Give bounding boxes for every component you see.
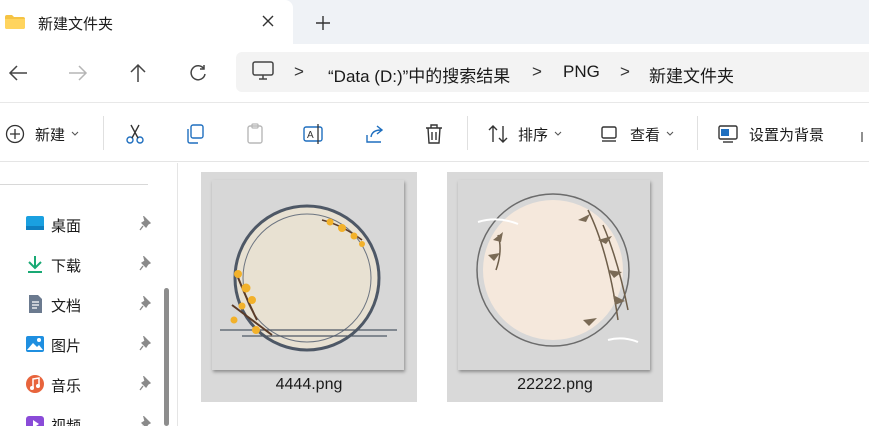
share-button[interactable]	[364, 121, 386, 147]
breadcrumb-png[interactable]: PNG	[563, 62, 600, 82]
chevron-down-icon	[554, 131, 562, 136]
folder-icon	[5, 15, 25, 29]
music-icon	[26, 375, 44, 393]
copy-button[interactable]	[184, 121, 206, 147]
rename-button[interactable]: A	[303, 121, 325, 147]
file-item-4444[interactable]: 4444.png	[201, 172, 417, 402]
chevron-down-icon	[71, 131, 79, 136]
clipboard-icon	[247, 123, 263, 144]
sort-button-label: 排序	[518, 126, 549, 144]
paste-button[interactable]	[244, 121, 266, 147]
sidebar-item-label: 音乐	[51, 378, 82, 395]
new-tab-icon[interactable]	[311, 11, 335, 35]
view-layout-icon	[601, 126, 617, 142]
breadcrumb-current-folder[interactable]: 新建文件夹	[649, 62, 734, 87]
sidebar-item-videos[interactable]: 视频	[20, 409, 165, 426]
rename-icon: A	[303, 124, 323, 144]
sidebar-item-label: 图片	[51, 338, 82, 355]
set-as-background-label: 设置为背景	[749, 126, 825, 144]
pictures-icon	[26, 336, 44, 352]
video-icon	[26, 416, 44, 426]
pin-icon[interactable]	[139, 256, 153, 272]
file-thumbnail	[458, 180, 650, 370]
computer-icon	[252, 61, 274, 80]
copy-icon	[187, 124, 204, 144]
new-button[interactable]: 新建	[5, 121, 79, 147]
pin-icon[interactable]	[139, 416, 153, 426]
desktop-icon	[26, 216, 44, 230]
sort-button[interactable]: 排序	[487, 121, 562, 147]
cut-button[interactable]	[124, 121, 146, 147]
file-view: 4444.png 22222.png	[178, 163, 869, 426]
view-button[interactable]: 查看	[600, 121, 674, 147]
toolbar-divider	[467, 116, 468, 150]
sidebar-item-downloads[interactable]: 下载	[20, 249, 165, 279]
back-arrow-icon[interactable]	[5, 60, 31, 86]
command-bar: 新建 A 排序 查看 设置为背景	[0, 102, 869, 162]
file-name: 22222.png	[517, 376, 593, 393]
sidebar-item-label: 文档	[51, 298, 82, 315]
tab-title: 新建文件夹	[38, 16, 114, 33]
document-icon	[29, 295, 42, 313]
close-tab-icon[interactable]	[257, 10, 279, 32]
set-as-background-button[interactable]: 设置为背景	[717, 121, 824, 147]
sidebar-item-label: 下载	[51, 258, 82, 275]
view-button-label: 查看	[630, 126, 661, 144]
address-bar[interactable]: > “Data (D:)”中的搜索结果 > PNG > 新建文件夹	[236, 52, 869, 92]
trash-icon	[426, 124, 442, 144]
plus-circle-icon	[5, 124, 25, 144]
share-icon	[366, 125, 384, 143]
file-item-22222[interactable]: 22222.png	[447, 172, 663, 402]
sidebar-item-pictures[interactable]: 图片	[20, 329, 165, 359]
breadcrumb-separator: >	[294, 62, 304, 81]
tab-current-folder[interactable]: 新建文件夹	[0, 0, 293, 44]
sidebar-item-label: 桌面	[51, 218, 82, 235]
wallpaper-icon	[718, 125, 738, 143]
file-name: 4444.png	[275, 376, 343, 393]
pin-icon[interactable]	[139, 336, 153, 352]
breadcrumb-separator: >	[532, 62, 542, 81]
delete-button[interactable]	[423, 121, 445, 147]
toolbar-divider	[103, 116, 104, 150]
pin-icon[interactable]	[139, 376, 153, 392]
breadcrumb-separator: >	[620, 62, 630, 81]
up-arrow-icon[interactable]	[125, 60, 151, 86]
sidebar-item-label: 视频	[51, 415, 81, 426]
breadcrumb-search-results[interactable]: “Data (D:)”中的搜索结果	[328, 62, 510, 87]
pin-icon[interactable]	[139, 216, 153, 232]
sidebar-divider	[0, 184, 148, 185]
plum-blossom-frame-image	[220, 204, 397, 352]
sort-arrows-icon	[488, 125, 508, 143]
sidebar-item-music[interactable]: 音乐	[20, 369, 165, 399]
bamboo-frame-image	[476, 193, 639, 347]
sidebar-item-documents[interactable]: 文档	[20, 289, 165, 319]
sidebar-scrollbar[interactable]	[164, 288, 169, 426]
refresh-icon[interactable]	[185, 60, 211, 86]
new-button-label: 新建	[35, 126, 66, 144]
sidebar-item-desktop[interactable]: 桌面	[20, 209, 165, 239]
scissors-icon	[126, 124, 144, 144]
forward-arrow-icon[interactable]	[65, 60, 91, 86]
chevron-down-icon	[666, 131, 674, 136]
download-icon	[28, 256, 42, 273]
pin-icon[interactable]	[139, 296, 153, 312]
navigation-pane: 桌面 下载 文档 图片 音乐 视频	[0, 163, 178, 426]
file-thumbnail	[212, 180, 404, 370]
tab-strip: 新建文件夹	[0, 0, 869, 44]
toolbar-divider	[697, 116, 698, 150]
svg-text:A: A	[307, 130, 314, 141]
more-commands-icon[interactable]	[861, 121, 869, 147]
